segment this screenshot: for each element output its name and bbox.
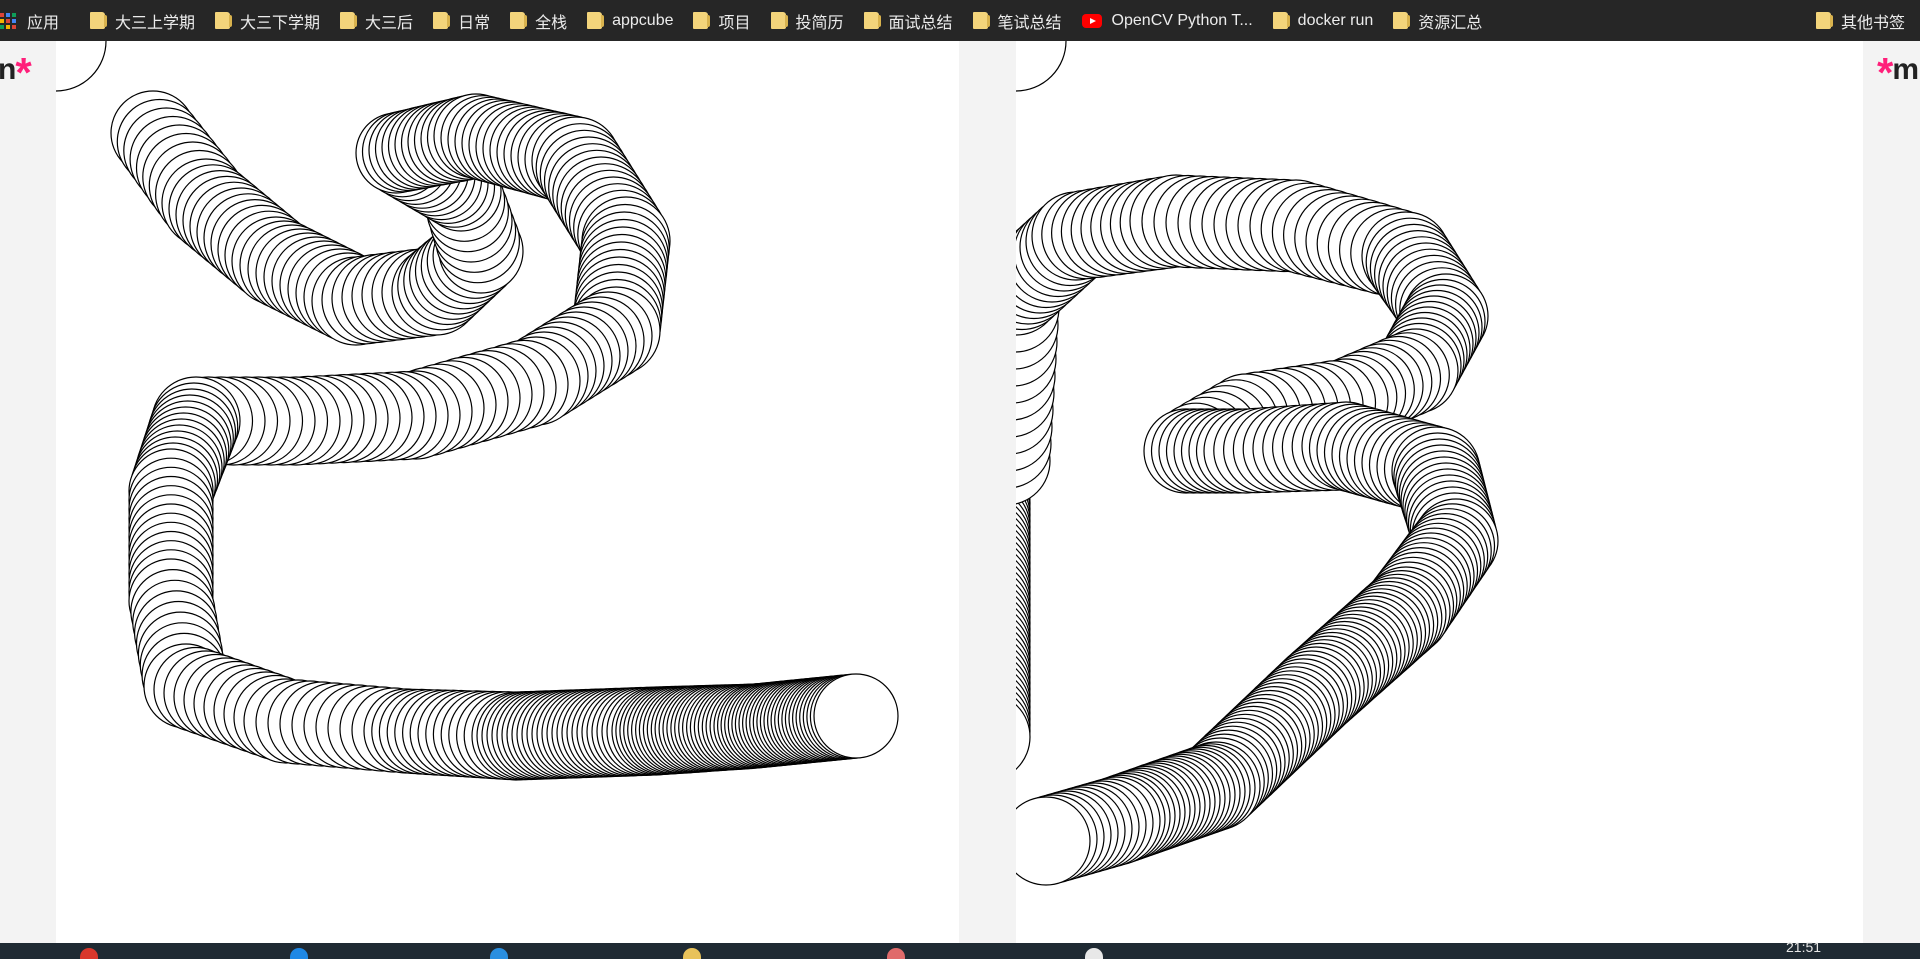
circle-stroke-drawing-b xyxy=(1016,41,1499,886)
bookmark-item[interactable]: docker run xyxy=(1263,0,1384,41)
drawing-canvas-left[interactable] xyxy=(56,41,959,943)
folder-icon xyxy=(587,12,605,29)
corner-arc xyxy=(56,41,107,92)
bookmark-item[interactable]: 大三后 xyxy=(330,0,423,41)
apps-shortcut[interactable]: 应用 xyxy=(0,0,69,41)
folder-icon xyxy=(693,12,711,29)
bookmark-list: 大三上学期 大三下学期 大三后 日常 全栈 appcube 项目 投简历 面试总结 笔试总结 Ope… xyxy=(80,0,1492,41)
bookmark-label: 大三后 xyxy=(365,14,414,32)
bookmark-label: 大三上学期 xyxy=(115,14,196,32)
taskbar-app-icon[interactable] xyxy=(80,948,98,959)
brush-circle xyxy=(813,673,899,759)
circle-stroke-group xyxy=(110,90,899,781)
apps-label: 应用 xyxy=(27,14,60,32)
bookmark-item[interactable]: 项目 xyxy=(683,0,760,41)
brand-letter: m xyxy=(1892,53,1919,86)
bookmark-label: OpenCV Python T... xyxy=(1111,11,1253,29)
brand-logo-right[interactable]: *m xyxy=(1877,52,1919,94)
folder-icon xyxy=(433,12,451,29)
circle-stroke-group xyxy=(1016,174,1499,886)
taskbar-app-icon[interactable] xyxy=(887,948,905,959)
bookmark-label: appcube xyxy=(612,11,674,29)
right-gutter: *m xyxy=(1863,41,1920,943)
taskbar-app-icon[interactable] xyxy=(683,948,701,959)
bookmark-label: docker run xyxy=(1297,11,1374,29)
taskbar-app-icon[interactable] xyxy=(490,948,508,959)
bookmark-label: 日常 xyxy=(458,14,491,32)
bookmark-item[interactable]: appcube xyxy=(577,0,683,41)
folder-icon xyxy=(90,12,108,29)
youtube-icon xyxy=(1081,13,1102,28)
brand-star-icon: * xyxy=(1877,49,1893,96)
folder-icon xyxy=(1393,12,1411,29)
taskbar-app-icon[interactable] xyxy=(1085,948,1103,959)
circle-stroke-drawing-2 xyxy=(56,41,899,781)
drawing-canvas-right[interactable] xyxy=(1016,41,1863,943)
bookmark-label: 资源汇总 xyxy=(1418,14,1483,32)
bookmark-label: 面试总结 xyxy=(888,14,953,32)
folder-icon xyxy=(863,12,881,29)
folder-icon xyxy=(1272,12,1290,29)
taskbar: 21:51 xyxy=(0,940,1920,959)
bookmarks-bar: 应用 大三上学期 大三下学期 大三后 日常 全栈 appcube 项目 投简历 面试总结 笔试总结… xyxy=(0,0,1920,41)
apps-grid-icon xyxy=(0,12,16,29)
bookmark-item[interactable]: 笔试总结 xyxy=(963,0,1072,41)
bookmark-label: 项目 xyxy=(718,14,751,32)
bookmark-label: 投简历 xyxy=(795,14,844,32)
other-bookmarks-label: 其他书签 xyxy=(1840,14,1905,32)
bookmark-label: 笔试总结 xyxy=(997,14,1062,32)
bookmark-item[interactable]: 投简历 xyxy=(761,0,854,41)
brand-letter: n xyxy=(0,53,16,86)
folder-icon xyxy=(340,12,358,29)
folder-icon xyxy=(972,12,990,29)
brand-logo-left[interactable]: n* xyxy=(0,52,32,94)
bookmark-item[interactable]: 面试总结 xyxy=(854,0,963,41)
folder-icon xyxy=(770,12,788,29)
bookmark-item[interactable]: 大三上学期 xyxy=(80,0,205,41)
other-bookmarks-folder[interactable]: 其他书签 xyxy=(1806,0,1915,41)
folder-icon xyxy=(510,12,528,29)
corner-arc xyxy=(1016,41,1067,92)
bookmark-label: 大三下学期 xyxy=(240,14,321,32)
folder-icon xyxy=(215,12,233,29)
folder-icon xyxy=(1815,12,1833,29)
bookmark-label: 全栈 xyxy=(535,14,568,32)
bookmark-item[interactable]: 大三下学期 xyxy=(205,0,330,41)
taskbar-clock[interactable]: 21:51 xyxy=(1786,940,1821,954)
bookmark-item[interactable]: 资源汇总 xyxy=(1383,0,1492,41)
bookmark-item[interactable]: 日常 xyxy=(423,0,500,41)
taskbar-app-icon[interactable] xyxy=(290,948,308,959)
bookmark-item[interactable]: 全栈 xyxy=(500,0,577,41)
bookmark-item[interactable]: OpenCV Python T... xyxy=(1072,0,1263,41)
brand-star-icon: * xyxy=(15,49,31,96)
left-gutter: n* xyxy=(0,41,56,943)
